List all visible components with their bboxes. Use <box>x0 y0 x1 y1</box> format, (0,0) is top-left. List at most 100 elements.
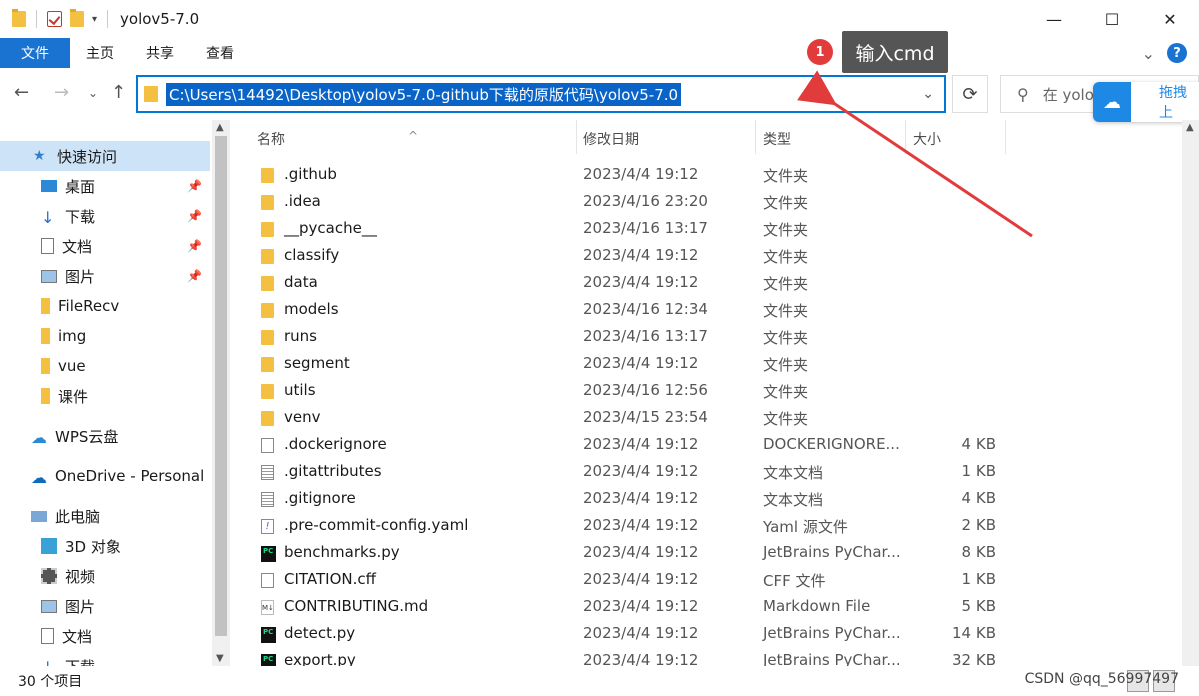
file-row[interactable]: classify 2023/4/4 19:12 文件夹 <box>232 243 1182 270</box>
customize-toolbar-icon[interactable]: ▾ <box>92 14 97 25</box>
properties-icon[interactable] <box>47 11 62 27</box>
cloud-upload-popup[interactable]: ☁ 拖拽上 <box>1093 82 1199 122</box>
column-divider[interactable] <box>576 120 577 154</box>
sidebar-item-videos[interactable]: 视频 <box>0 561 210 591</box>
search-placeholder: 在 yolo <box>1042 85 1094 104</box>
pin-icon[interactable]: 📌 <box>187 269 202 283</box>
file-date: 2023/4/15 23:54 <box>583 408 708 426</box>
file-row[interactable]: runs 2023/4/16 13:17 文件夹 <box>232 324 1182 351</box>
sidebar-item-3d-objects[interactable]: 3D 对象 <box>0 531 210 561</box>
sidebar-item-downloads[interactable]: ↓ 下载 📌 <box>0 201 210 231</box>
file-row[interactable]: .idea 2023/4/16 23:20 文件夹 <box>232 189 1182 216</box>
status-bar: 30 个项目 CSDN @qq_56997497 <box>0 666 1199 696</box>
file-row[interactable]: data 2023/4/4 19:12 文件夹 <box>232 270 1182 297</box>
pycharm-file-icon: PC <box>261 654 276 666</box>
file-list-scrollbar[interactable]: ▲ <box>1182 120 1199 666</box>
pin-icon[interactable]: 📌 <box>187 179 202 193</box>
expand-ribbon-icon[interactable]: ⌄ <box>1142 44 1155 63</box>
pin-icon[interactable]: 📌 <box>187 209 202 223</box>
tab-share[interactable]: 共享 <box>130 38 190 68</box>
sidebar-item-onedrive[interactable]: ☁ OneDrive - Personal <box>0 461 210 491</box>
column-header-name[interactable]: 名称 <box>257 129 285 149</box>
refresh-button[interactable]: ⟳ <box>952 75 988 113</box>
watermark: CSDN @qq_56997497 <box>1024 671 1179 687</box>
sidebar-item-label: FileRecv <box>58 297 120 315</box>
file-row[interactable]: CITATION.cff 2023/4/4 19:12 CFF 文件 1 KB <box>232 567 1182 594</box>
tab-view[interactable]: 查看 <box>190 38 250 68</box>
tab-home[interactable]: 主页 <box>70 38 130 68</box>
sidebar-item-img[interactable]: img <box>0 321 210 351</box>
minimize-button[interactable]: — <box>1025 0 1083 38</box>
file-date: 2023/4/16 13:17 <box>583 219 708 237</box>
sidebar-item-pictures[interactable]: 图片 📌 <box>0 261 210 291</box>
sidebar-scrollbar[interactable]: ▲ ▼ <box>212 120 230 666</box>
sidebar-item-label: 下载 <box>65 656 95 667</box>
forward-icon[interactable]: → <box>54 82 69 103</box>
help-icon[interactable]: ? <box>1167 43 1187 63</box>
file-type: 文件夹 <box>763 167 809 185</box>
sidebar-item-this-pc[interactable]: 此电脑 <box>0 501 210 531</box>
sidebar-item-quick-access[interactable]: ★ 快速访问 <box>0 141 210 171</box>
file-row[interactable]: venv 2023/4/15 23:54 文件夹 <box>232 405 1182 432</box>
chevron-down-icon[interactable]: ⌄ <box>922 86 934 102</box>
file-name: CONTRIBUTING.md <box>284 597 429 615</box>
sidebar-item-filerecv[interactable]: FileRecv <box>0 291 210 321</box>
file-row[interactable]: segment 2023/4/4 19:12 文件夹 <box>232 351 1182 378</box>
folder-icon[interactable] <box>12 9 26 27</box>
column-divider[interactable] <box>1005 120 1006 154</box>
file-date: 2023/4/4 19:12 <box>583 462 699 480</box>
document-icon <box>41 628 54 644</box>
file-name: models <box>284 300 339 318</box>
new-folder-icon[interactable] <box>70 9 84 27</box>
file-date: 2023/4/16 12:56 <box>583 381 708 399</box>
file-row[interactable]: PC export.py 2023/4/4 19:12 JetBrains PyCha… <box>232 648 1182 666</box>
scroll-up-icon[interactable]: ▲ <box>216 122 224 133</box>
pin-icon[interactable]: 📌 <box>187 239 202 253</box>
file-row[interactable]: PC benchmarks.py 2023/4/4 19:12 JetBrains P… <box>232 540 1182 567</box>
file-row[interactable]: models 2023/4/16 12:34 文件夹 <box>232 297 1182 324</box>
file-date: 2023/4/4 19:12 <box>583 651 699 666</box>
folder-icon <box>41 328 50 344</box>
address-path[interactable]: C:\Users\14492\Desktop\yolov5-7.0-github… <box>166 82 682 106</box>
tab-file[interactable]: 文件 <box>0 38 70 68</box>
address-row: ← → ⌄ ↑ C:\Users\14492\Desktop\yolov5-7.… <box>0 72 1199 122</box>
folder-icon <box>261 411 274 426</box>
column-header-date[interactable]: 修改日期 <box>583 129 639 149</box>
scroll-up-icon[interactable]: ▲ <box>1186 122 1194 133</box>
sidebar-item-label: 文档 <box>62 237 93 256</box>
file-row[interactable]: .gitignore 2023/4/4 19:12 文本文档 4 KB <box>232 486 1182 513</box>
file-row[interactable]: .github 2023/4/4 19:12 文件夹 <box>232 162 1182 189</box>
sidebar-item-desktop[interactable]: 桌面 📌 <box>0 171 210 201</box>
sidebar-item-vue[interactable]: vue <box>0 351 210 381</box>
sidebar-item-downloads-pc[interactable]: ↓ 下载 <box>0 651 210 667</box>
file-row[interactable]: PC detect.py 2023/4/4 19:12 JetBrains PyCha… <box>232 621 1182 648</box>
file-row[interactable]: M↓ CONTRIBUTING.md 2023/4/4 19:12 Markdown … <box>232 594 1182 621</box>
sidebar-item-label: OneDrive - Personal <box>55 467 205 485</box>
navigation-pane: ★ 快速访问 桌面 📌 ↓ 下载 📌 文档 📌 图片 📌 FileRecv im… <box>0 120 212 666</box>
maximize-button[interactable]: ☐ <box>1083 0 1141 38</box>
scrollbar-thumb[interactable] <box>215 136 227 636</box>
column-header-size[interactable]: 大小 <box>913 129 941 149</box>
up-icon[interactable]: ↑ <box>111 82 126 103</box>
file-row[interactable]: .dockerignore 2023/4/4 19:12 DOCKERIGNORE.… <box>232 432 1182 459</box>
sidebar-item-wps-cloud[interactable]: ☁ WPS云盘 <box>0 421 210 451</box>
address-bar[interactable]: C:\Users\14492\Desktop\yolov5-7.0-github… <box>136 75 946 113</box>
file-row[interactable]: utils 2023/4/16 12:56 文件夹 <box>232 378 1182 405</box>
recent-locations-icon[interactable]: ⌄ <box>88 86 98 100</box>
file-date: 2023/4/16 13:17 <box>583 327 708 345</box>
file-row[interactable]: __pycache__ 2023/4/16 13:17 文件夹 <box>232 216 1182 243</box>
back-icon[interactable]: ← <box>14 82 29 103</box>
sidebar-item-pictures-pc[interactable]: 图片 <box>0 591 210 621</box>
sidebar-item-documents[interactable]: 文档 📌 <box>0 231 210 261</box>
file-row[interactable]: .gitattributes 2023/4/4 19:12 文本文档 1 KB <box>232 459 1182 486</box>
column-header-type[interactable]: 类型 <box>763 129 791 149</box>
scroll-down-icon[interactable]: ▼ <box>216 653 224 664</box>
sidebar-item-documents-pc[interactable]: 文档 <box>0 621 210 651</box>
file-row[interactable]: ! .pre-commit-config.yaml 2023/4/4 19:12 Ya… <box>232 513 1182 540</box>
column-divider[interactable] <box>905 120 906 154</box>
onedrive-icon: ☁ <box>31 468 47 487</box>
sidebar-item-courseware[interactable]: 课件 <box>0 381 210 411</box>
close-button[interactable]: ✕ <box>1141 0 1199 38</box>
search-icon: ⚲ <box>1017 84 1029 104</box>
column-divider[interactable] <box>755 120 756 154</box>
